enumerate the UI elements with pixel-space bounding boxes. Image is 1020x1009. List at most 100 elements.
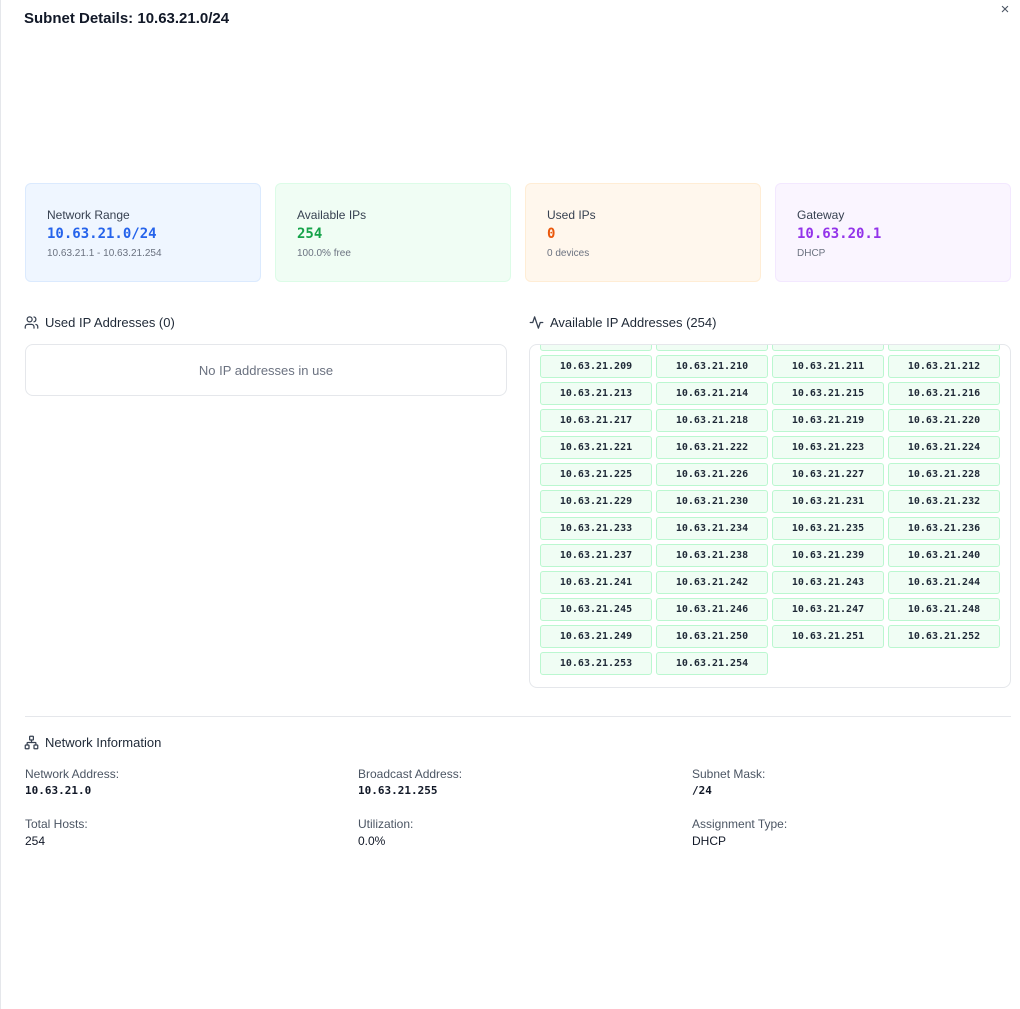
ip-address-chip[interactable]: 10.63.21.240: [888, 544, 1000, 567]
available-ips-heading: Available IP Addresses (254): [529, 315, 716, 330]
ip-address-chip[interactable]: 10.63.21.253: [540, 652, 652, 675]
ip-address-chip[interactable]: 10.63.21.216: [888, 382, 1000, 405]
ip-address-chip[interactable]: 10.63.21.211: [772, 355, 884, 378]
used-ips-card: Used IPs 0 0 devices: [525, 183, 761, 282]
ip-address-chip[interactable]: 10.63.21.207: [772, 345, 884, 351]
ip-address-chip[interactable]: 10.63.21.254: [656, 652, 768, 675]
ip-address-chip[interactable]: 10.63.21.244: [888, 571, 1000, 594]
ip-grid: 10.63.21.205 10.63.21.206 10.63.21.207 10.6…: [540, 345, 1001, 675]
ip-address-chip[interactable]: 10.63.21.245: [540, 598, 652, 621]
ip-address-chip[interactable]: 10.63.21.209: [540, 355, 652, 378]
activity-icon: [529, 316, 544, 329]
ip-address-chip[interactable]: 10.63.21.226: [656, 463, 768, 486]
network-info-heading: Network Information: [24, 735, 161, 750]
ip-address-chip[interactable]: 10.63.21.251: [772, 625, 884, 648]
used-ips-heading-text: Used IP Addresses (0): [45, 315, 175, 330]
field-label: Utilization:: [358, 817, 414, 831]
card-subtext: 10.63.21.1 - 10.63.21.254: [47, 248, 162, 259]
ip-address-chip[interactable]: 10.63.21.248: [888, 598, 1000, 621]
ip-address-chip[interactable]: 10.63.21.208: [888, 345, 1000, 351]
ip-address-chip[interactable]: 10.63.21.215: [772, 382, 884, 405]
ip-address-chip[interactable]: 10.63.21.252: [888, 625, 1000, 648]
ip-address-chip[interactable]: 10.63.21.230: [656, 490, 768, 513]
available-ips-list[interactable]: 10.63.21.205 10.63.21.206 10.63.21.207 10.6…: [529, 344, 1011, 688]
card-value: 0: [547, 226, 556, 242]
ip-address-chip[interactable]: 10.63.21.224: [888, 436, 1000, 459]
card-subtext: DHCP: [797, 248, 826, 259]
ip-address-chip[interactable]: 10.63.21.210: [656, 355, 768, 378]
field-label: Broadcast Address:: [358, 767, 463, 781]
field-value: 10.63.21.255: [358, 784, 438, 797]
ip-address-chip[interactable]: 10.63.21.236: [888, 517, 1000, 540]
ip-address-chip[interactable]: 10.63.21.239: [772, 544, 884, 567]
ip-address-chip[interactable]: 10.63.21.233: [540, 517, 652, 540]
ip-address-chip[interactable]: 10.63.21.219: [772, 409, 884, 432]
card-label: Used IPs: [547, 208, 596, 222]
field-label: Assignment Type:: [692, 817, 788, 831]
dialog-title: Subnet Details: 10.63.21.0/24: [24, 10, 230, 27]
ip-address-chip[interactable]: 10.63.21.238: [656, 544, 768, 567]
used-ips-empty-state: No IP addresses in use: [25, 344, 507, 396]
ip-address-chip[interactable]: 10.63.21.237: [540, 544, 652, 567]
ip-address-chip[interactable]: 10.63.21.249: [540, 625, 652, 648]
ip-address-chip[interactable]: 10.63.21.229: [540, 490, 652, 513]
ip-address-chip[interactable]: 10.63.21.205: [540, 345, 652, 351]
card-label: Gateway: [797, 208, 845, 222]
network-range-card: Network Range 10.63.21.0/24 10.63.21.1 -…: [25, 183, 261, 282]
field-label: Network Address:: [25, 767, 120, 781]
card-value: 10.63.20.1: [797, 226, 882, 242]
assignment-type-field: Assignment Type: DHCP: [692, 817, 787, 848]
used-ips-heading: Used IP Addresses (0): [24, 315, 175, 330]
close-icon[interactable]: ×: [996, 0, 1014, 20]
section-divider: [25, 716, 1011, 717]
ip-address-chip[interactable]: 10.63.21.242: [656, 571, 768, 594]
card-value: 10.63.21.0/24: [47, 226, 157, 242]
field-value: 10.63.21.0: [25, 784, 92, 797]
ip-address-chip[interactable]: 10.63.21.212: [888, 355, 1000, 378]
ip-address-chip[interactable]: 10.63.21.235: [772, 517, 884, 540]
available-ips-heading-text: Available IP Addresses (254): [550, 315, 717, 330]
card-subtext: 0 devices: [547, 248, 590, 259]
ip-address-chip[interactable]: 10.63.21.217: [540, 409, 652, 432]
ip-address-chip[interactable]: 10.63.21.218: [656, 409, 768, 432]
ip-address-chip[interactable]: 10.63.21.225: [540, 463, 652, 486]
card-label: Network Range: [47, 208, 130, 222]
ip-address-chip[interactable]: 10.63.21.241: [540, 571, 652, 594]
field-label: Total Hosts:: [25, 817, 88, 831]
card-value: 254: [297, 226, 323, 242]
gateway-card: Gateway 10.63.20.1 DHCP: [775, 183, 1011, 282]
ip-address-chip[interactable]: 10.63.21.228: [888, 463, 1000, 486]
field-value: 0.0%: [358, 834, 386, 848]
subnet-details-dialog: Subnet Details: 10.63.21.0/24 × Network …: [0, 0, 1020, 1009]
empty-state-text: No IP addresses in use: [198, 362, 334, 378]
ip-address-chip[interactable]: 10.63.21.227: [772, 463, 884, 486]
users-icon: [24, 316, 39, 329]
ip-address-chip[interactable]: 10.63.21.221: [540, 436, 652, 459]
ip-address-chip[interactable]: 10.63.21.213: [540, 382, 652, 405]
ip-address-chip[interactable]: 10.63.21.222: [656, 436, 768, 459]
ip-address-chip[interactable]: 10.63.21.246: [656, 598, 768, 621]
subnet-mask-field: Subnet Mask: /24: [692, 767, 765, 797]
network-icon: [24, 735, 39, 750]
network-address-field: Network Address: 10.63.21.0: [25, 767, 119, 797]
ip-address-chip[interactable]: 10.63.21.223: [772, 436, 884, 459]
ip-address-chip[interactable]: 10.63.21.231: [772, 490, 884, 513]
field-value: DHCP: [692, 834, 727, 848]
card-label: Available IPs: [297, 208, 367, 222]
network-info-heading-text: Network Information: [45, 735, 162, 750]
total-hosts-field: Total Hosts: 254: [25, 817, 88, 848]
field-value: /24: [692, 784, 712, 797]
ip-address-chip[interactable]: 10.63.21.250: [656, 625, 768, 648]
available-ips-card: Available IPs 254 100.0% free: [275, 183, 511, 282]
ip-address-chip[interactable]: 10.63.21.247: [772, 598, 884, 621]
ip-address-chip[interactable]: 10.63.21.206: [656, 345, 768, 351]
field-value: 254: [25, 834, 46, 848]
ip-address-chip[interactable]: 10.63.21.234: [656, 517, 768, 540]
ip-address-chip[interactable]: 10.63.21.243: [772, 571, 884, 594]
utilization-field: Utilization: 0.0%: [358, 817, 413, 848]
field-label: Subnet Mask:: [692, 767, 766, 781]
ip-address-chip[interactable]: 10.63.21.214: [656, 382, 768, 405]
card-subtext: 100.0% free: [297, 248, 351, 259]
ip-address-chip[interactable]: 10.63.21.232: [888, 490, 1000, 513]
ip-address-chip[interactable]: 10.63.21.220: [888, 409, 1000, 432]
